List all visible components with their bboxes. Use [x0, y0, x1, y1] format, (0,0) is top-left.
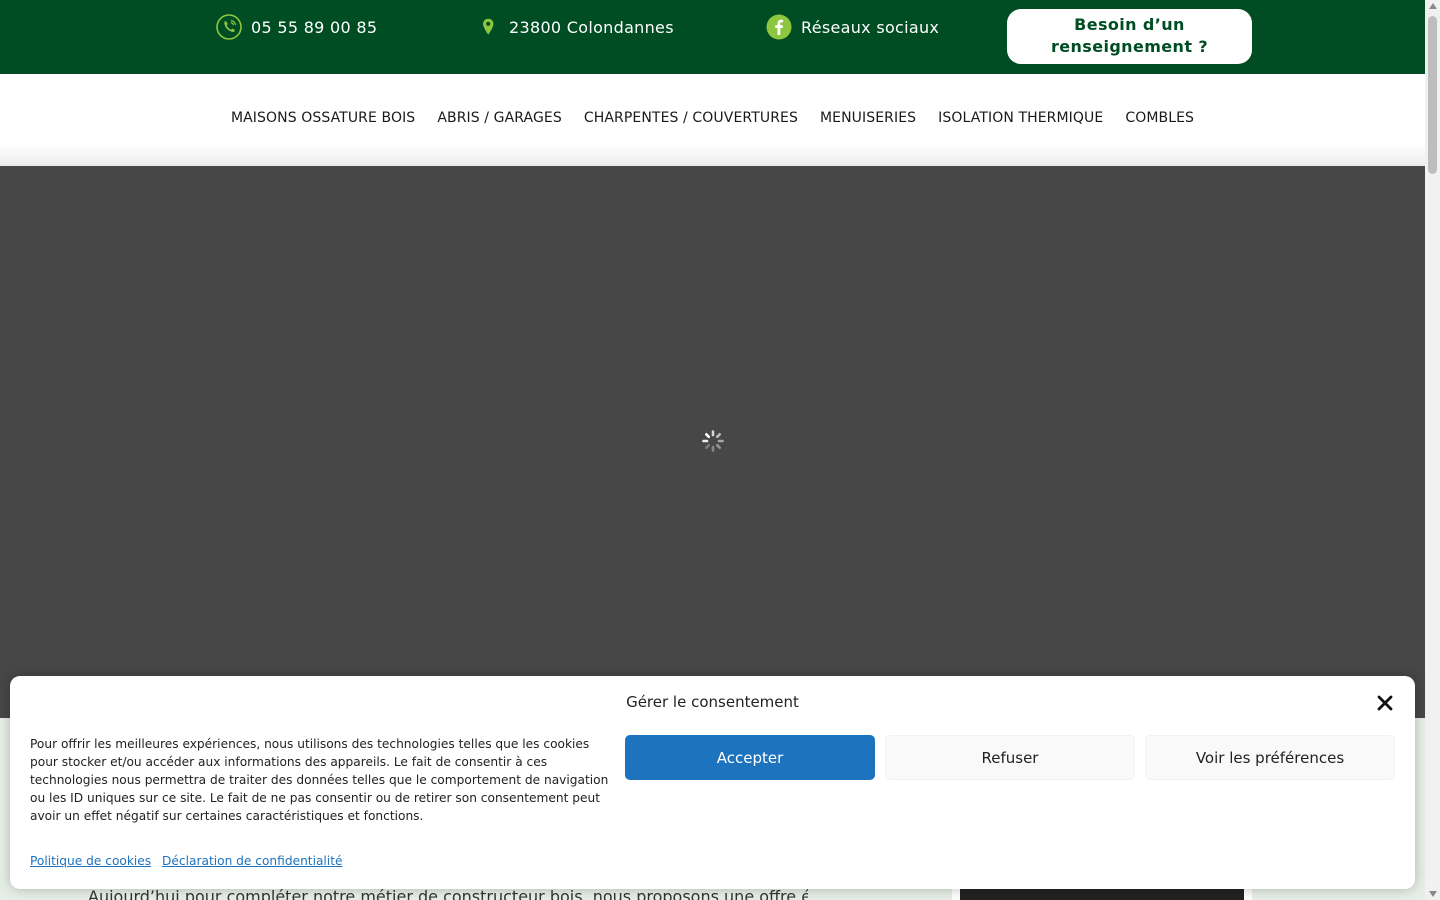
nav-item-combles[interactable]: COMBLES — [1114, 110, 1205, 126]
nav-item-isolation-thermique[interactable]: ISOLATION THERMIQUE — [927, 110, 1114, 126]
close-icon[interactable] — [1376, 694, 1394, 712]
view-preferences-button[interactable]: Voir les préférences — [1145, 735, 1395, 780]
address-text: 23800 Colondannes — [509, 17, 674, 37]
deny-button[interactable]: Refuser — [885, 735, 1135, 780]
nav-menu: MAISONS OSSATURE BOIS ABRIS / GARAGES CH… — [0, 110, 1425, 126]
page-scrollbar[interactable] — [1425, 0, 1440, 900]
social-contact[interactable]: Réseaux sociaux — [766, 12, 939, 42]
main-navigation: MAISONS OSSATURE BOIS ABRIS / GARAGES CH… — [0, 74, 1425, 166]
nav-item-charpentes-couvertures[interactable]: CHARPENTES / COUVERTURES — [573, 110, 809, 126]
loading-spinner-icon — [702, 430, 724, 452]
phone-contact[interactable]: 05 55 89 00 85 — [216, 12, 377, 42]
nav-item-abris-garages[interactable]: ABRIS / GARAGES — [426, 110, 573, 126]
consent-title: Gérer le consentement — [626, 693, 799, 711]
cta-line-1: Besoin d’un — [1074, 15, 1185, 34]
phone-icon — [216, 14, 242, 40]
cookie-consent-banner: Gérer le consentement Pour offrir les me… — [10, 676, 1415, 889]
phone-number[interactable]: 05 55 89 00 85 — [251, 18, 377, 37]
nav-item-menuiseries[interactable]: MENUISERIES — [809, 110, 927, 126]
address-contact: 23800 Colondannes — [482, 12, 674, 42]
contact-request-button[interactable]: Besoin d’un renseignement ? — [1007, 9, 1252, 64]
map-pin-icon — [483, 18, 494, 35]
social-label[interactable]: Réseaux sociaux — [801, 18, 939, 37]
cookie-policy-link[interactable]: Politique de cookies — [30, 854, 151, 868]
top-contact-bar: 05 55 89 00 85 23800 Colondannes Réseaux… — [0, 0, 1425, 74]
nav-item-maisons-ossature-bois[interactable]: MAISONS OSSATURE BOIS — [220, 110, 426, 126]
consent-description: Pour offrir les meilleures expériences, … — [30, 737, 609, 823]
consent-links: Politique de cookies Déclaration de conf… — [30, 854, 349, 868]
scroll-up-icon[interactable] — [1429, 3, 1437, 9]
facebook-icon — [766, 14, 792, 40]
scrollbar-thumb[interactable] — [1428, 16, 1437, 174]
cta-line-2: renseignement ? — [1050, 37, 1209, 56]
privacy-statement-link[interactable]: Déclaration de confidentialité — [162, 854, 342, 868]
scroll-down-icon[interactable] — [1429, 891, 1437, 897]
accept-button[interactable]: Accepter — [625, 735, 875, 780]
